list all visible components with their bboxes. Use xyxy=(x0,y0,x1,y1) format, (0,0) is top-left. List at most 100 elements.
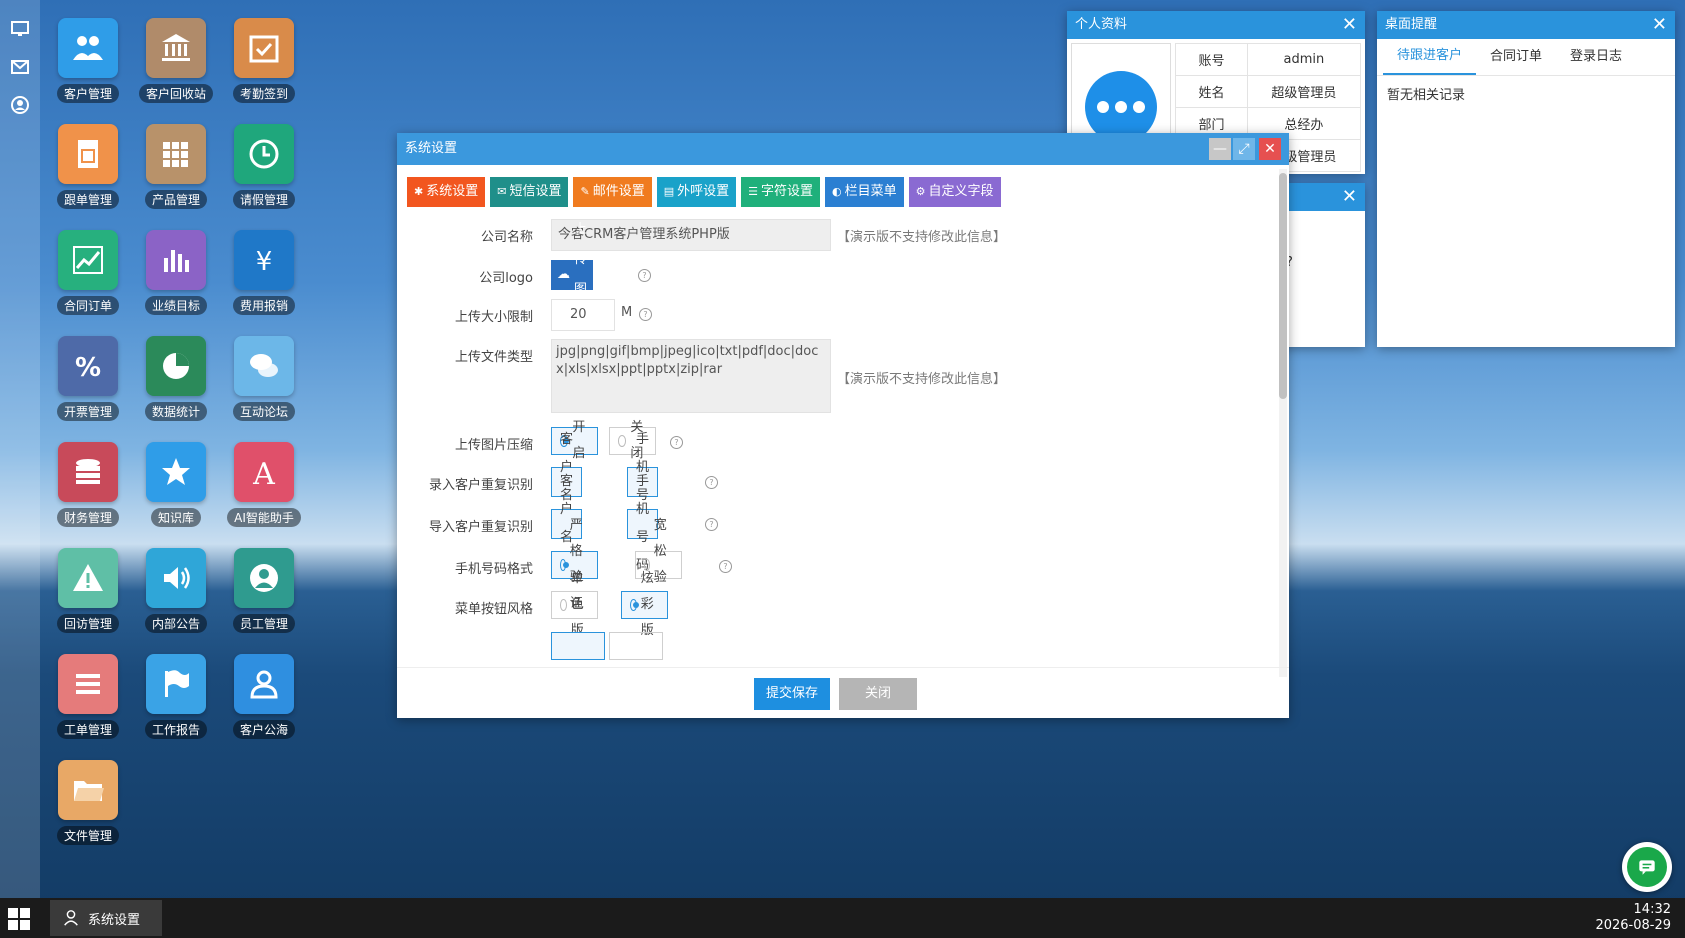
company-name-input[interactable]: 今客CRM客户管理系统PHP版 xyxy=(551,219,831,251)
scrollbar-thumb[interactable] xyxy=(1279,173,1287,399)
svg-text:A: A xyxy=(252,457,275,490)
desktop-app-icon[interactable]: 跟单管理 xyxy=(48,124,128,216)
database-icon xyxy=(58,442,118,502)
flag-icon xyxy=(146,654,206,714)
compress-on-radio[interactable]: 开启 xyxy=(551,420,599,461)
demo-hint: 【演示版不支持修改此信息】 xyxy=(837,230,1007,245)
desktop-app-icon[interactable]: 考勤签到 xyxy=(224,18,304,110)
windows-start-icon[interactable] xyxy=(8,908,30,930)
scrollbar[interactable] xyxy=(1279,169,1287,677)
upload-size-input[interactable]: 20 xyxy=(551,299,615,331)
desktop-app-icon[interactable]: 业绩目标 xyxy=(136,230,216,322)
user-icon[interactable] xyxy=(0,86,40,124)
left-icon-bar xyxy=(0,0,40,898)
desktop-app-label: 客户管理 xyxy=(56,84,119,103)
toolbar-tab-label: 短信设置 xyxy=(509,184,562,199)
upload-size-label: 上传大小限制 xyxy=(454,310,533,325)
toolbar-tab-button[interactable]: ◐ 栏目菜单 xyxy=(825,177,904,207)
help-icon[interactable]: ? xyxy=(639,308,652,321)
menu-colorful-radio[interactable]: 炫彩版 xyxy=(621,571,669,638)
tab-contract-orders[interactable]: 合同订单 xyxy=(1476,40,1556,74)
table-row: 账号 admin xyxy=(1175,43,1362,76)
toolbar-tab-button[interactable]: ✱ 系统设置 xyxy=(407,177,486,207)
desktop-app-label: 工作报告 xyxy=(144,720,207,739)
desktop-app-icon[interactable]: 员工管理 xyxy=(224,548,304,640)
profile-key: 姓名 xyxy=(1175,75,1248,108)
mail-icon[interactable] xyxy=(0,48,40,86)
desktop-app-label: 回访管理 xyxy=(56,614,119,633)
svg-text:¥: ¥ xyxy=(256,247,273,277)
profile-value: 超级管理员 xyxy=(1246,75,1362,108)
image-compress-label: 上传图片压缩 xyxy=(454,438,533,453)
close-icon[interactable]: ✕ xyxy=(1342,183,1357,211)
tab-pending-customers[interactable]: 待跟进客户 xyxy=(1383,39,1477,75)
maximize-button[interactable]: ⤢ xyxy=(1233,138,1255,160)
desktop-app-icon[interactable]: A AI智能助手 xyxy=(224,442,304,534)
toolbar-tab-button[interactable]: ⚙ 自定义字段 xyxy=(908,177,1001,207)
next-row-option[interactable] xyxy=(551,632,605,660)
close-button[interactable]: ✕ xyxy=(1259,138,1281,160)
help-icon[interactable]: ? xyxy=(719,560,732,573)
desktop-app-icon[interactable]: 请假管理 xyxy=(224,124,304,216)
toolbar-tab-button[interactable]: ▤ 外呼设置 xyxy=(656,177,737,207)
desktop-app-label: 业绩目标 xyxy=(144,296,207,315)
desktop-app-icon[interactable]: 财务管理 xyxy=(48,442,128,534)
upload-types-textarea[interactable]: jpg|png|gif|bmp|jpeg|ico|txt|pdf|doc|doc… xyxy=(551,339,831,413)
desktop-app-icon[interactable]: 文件管理 xyxy=(48,760,128,852)
minimize-button[interactable]: — xyxy=(1209,138,1231,160)
bank-icon xyxy=(146,18,206,78)
desktop-app-label: 费用报销 xyxy=(232,296,295,315)
desktop-app-icon[interactable]: 互动论坛 xyxy=(224,336,304,428)
desktop-app-icon[interactable]: 合同订单 xyxy=(48,230,128,322)
desktop-app-icon[interactable]: 客户公海 xyxy=(224,654,304,746)
cloud-upload-icon: ☁ xyxy=(557,267,570,282)
desktop-app-label: 互动论坛 xyxy=(232,402,295,421)
help-icon[interactable]: ? xyxy=(705,518,718,531)
desktop-app-label: 客户回收站 xyxy=(138,84,213,103)
desktop-app-icon[interactable]: % 开票管理 xyxy=(48,336,128,428)
settings-window-title[interactable]: 系统设置 — ⤢ ✕ xyxy=(397,133,1289,165)
system-clock[interactable]: 14:32 2026-08-29 xyxy=(1595,902,1671,934)
desktop-app-icon[interactable]: 客户管理 xyxy=(48,18,128,110)
close-icon[interactable]: ✕ xyxy=(1342,11,1357,39)
desktop-app-label: 开票管理 xyxy=(56,402,119,421)
desktop-app-icon[interactable]: 工单管理 xyxy=(48,654,128,746)
phone-icon: ▤ xyxy=(663,185,675,198)
desktop-app-label: 知识库 xyxy=(150,508,201,527)
desktop-app-label: 客户公海 xyxy=(232,720,295,739)
chart-line-icon xyxy=(58,230,118,290)
chat-float-button[interactable] xyxy=(1622,842,1672,892)
close-dialog-button[interactable]: 关闭 xyxy=(839,678,918,710)
taskbar-item-settings[interactable]: 系统设置 xyxy=(50,900,162,936)
desktop-app-icon[interactable]: 数据统计 xyxy=(136,336,216,428)
toolbar-tab-button[interactable]: ☰ 字符设置 xyxy=(741,177,821,207)
yen-icon: ¥ xyxy=(234,230,294,290)
desktop-app-icon[interactable]: 回访管理 xyxy=(48,548,128,640)
chat-bubbles-icon xyxy=(234,336,294,396)
help-icon[interactable]: ? xyxy=(705,476,718,489)
desktop-app-icon[interactable]: 内部公告 xyxy=(136,548,216,640)
submit-save-button[interactable]: 提交保存 xyxy=(754,678,831,710)
close-icon[interactable]: ✕ xyxy=(1652,11,1667,39)
tab-login-log[interactable]: 登录日志 xyxy=(1556,40,1636,74)
star-icon xyxy=(146,442,206,502)
company-logo-label: 公司logo xyxy=(479,271,533,286)
toolbar-tab-button[interactable]: ✎ 邮件设置 xyxy=(573,177,652,207)
calendar-check-icon xyxy=(234,18,294,78)
monitor-icon[interactable] xyxy=(0,10,40,48)
desktop-app-icon[interactable]: 客户回收站 xyxy=(136,18,216,110)
menu-mono-radio[interactable]: 单色版 xyxy=(551,571,599,638)
toolbar-tab-button[interactable]: ✉ 短信设置 xyxy=(490,177,569,207)
desktop-app-icon[interactable]: 知识库 xyxy=(136,442,216,534)
entry-duplicate-label: 录入客户重复识别 xyxy=(428,478,533,493)
next-row-option[interactable] xyxy=(609,632,663,660)
profile-window-title[interactable]: 个人资料 ✕ xyxy=(1067,11,1365,39)
reminder-window-title[interactable]: 桌面提醒 ✕ xyxy=(1377,11,1675,39)
desktop-app-icon[interactable]: 工作报告 xyxy=(136,654,216,746)
desktop-app-icon[interactable]: 产品管理 xyxy=(136,124,216,216)
upload-image-button[interactable]: ☁ 上传图片 xyxy=(551,222,594,327)
help-icon[interactable]: ? xyxy=(638,269,651,282)
help-icon[interactable]: ? xyxy=(670,436,683,449)
desktop-app-icon[interactable]: ¥ 费用报销 xyxy=(224,230,304,322)
desktop-app-label: 请假管理 xyxy=(232,190,295,209)
